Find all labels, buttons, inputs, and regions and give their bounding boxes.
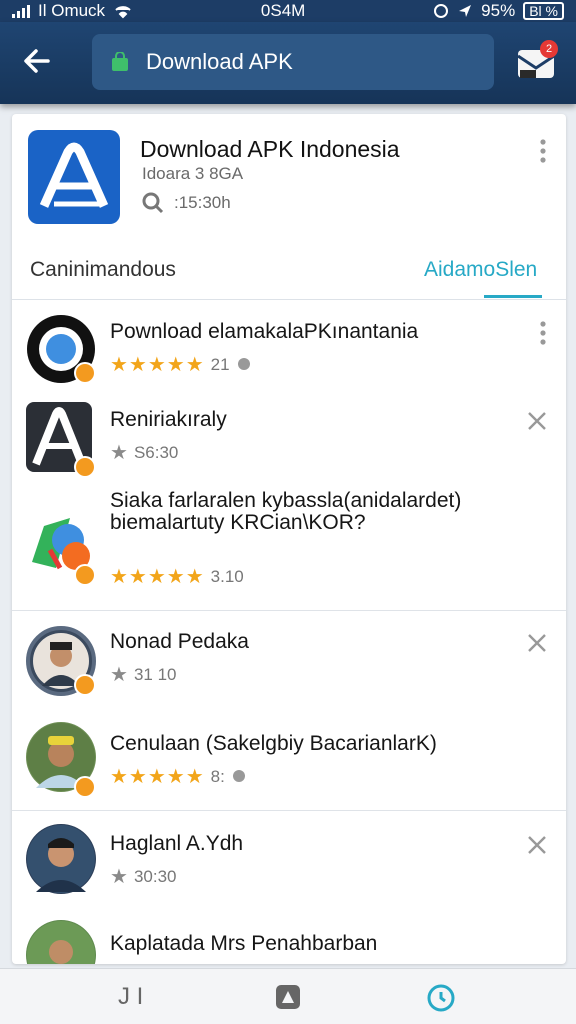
verified-badge-icon <box>74 362 96 384</box>
search-icon <box>237 357 250 370</box>
rating-value: S6:30 <box>133 442 179 462</box>
back-arrow-icon[interactable] <box>20 44 54 78</box>
battery-icon: Bl % <box>523 2 564 20</box>
rating-value: 8: <box>210 766 225 786</box>
item-name: Nonad Pedaka <box>110 630 249 653</box>
search-icon <box>232 769 245 782</box>
app-logo <box>28 130 120 224</box>
app-time: :15:30h <box>174 193 231 212</box>
rating-value: 30:30 <box>133 866 177 886</box>
verified-badge-icon <box>74 564 96 586</box>
alarm-icon <box>434 4 449 18</box>
verified-badge-icon <box>74 674 96 696</box>
list-item[interactable]: Nonad Pedaka ★ 31 10 <box>12 612 566 716</box>
wifi-icon <box>115 6 131 19</box>
item-rating: ★ 30:30 <box>110 864 176 889</box>
close-icon[interactable] <box>526 632 548 654</box>
stars-icon: ★★★★★ <box>110 354 205 376</box>
inbox-badge: 2 <box>540 40 558 58</box>
rating-value: 21 <box>210 354 230 374</box>
divider <box>12 810 566 811</box>
stars-icon: ★★★★★ <box>110 766 205 788</box>
battery-percent: 95% <box>481 1 516 20</box>
verified-badge-icon <box>74 456 96 478</box>
item-rating: ★ S6:30 <box>110 440 178 465</box>
nav-apps-icon[interactable] <box>274 983 302 1011</box>
inbox-button[interactable]: 2 <box>516 40 558 82</box>
item-rating: ★★★★★ 8: <box>110 764 249 789</box>
tab-left[interactable]: Caninimandous <box>30 258 176 282</box>
nav-home[interactable]: J I <box>118 983 143 1011</box>
search-icon <box>142 192 164 214</box>
close-icon[interactable] <box>526 410 548 432</box>
app-list-card: Download APK Indonesia Idoara 3 8GA :15:… <box>12 114 566 964</box>
tab-right[interactable]: AidamoSlen <box>424 258 537 282</box>
list-item[interactable]: Reniriakıraly ★ S6:30 <box>12 400 566 492</box>
shopping-bag-icon <box>112 52 128 71</box>
tab-indicator <box>484 295 542 298</box>
rating-value: 31 10 <box>133 664 177 684</box>
list-item[interactable]: Kaplatada Mrs Penahbarban <box>12 912 566 964</box>
user-avatar <box>26 824 96 894</box>
app-header: Download APK Indonesia Idoara 3 8GA :15:… <box>12 114 566 300</box>
carrier-label: Il Omuck <box>38 1 106 20</box>
star-icon: ★ <box>110 866 128 888</box>
item-rating: ★ 31 10 <box>110 662 176 687</box>
item-name: Haglanl A.Ydh <box>110 832 244 855</box>
status-bar: Il Omuck 0S4M 95% Bl % <box>0 0 576 22</box>
divider <box>12 610 566 611</box>
signal-icon <box>12 4 30 18</box>
item-rating: ★★★★★ 3.10 <box>110 564 244 589</box>
status-time: 0S4M <box>260 1 306 20</box>
close-icon[interactable] <box>526 834 548 856</box>
item-name: Cenulaan (Sakelgbiy BacarianlarK) <box>110 732 437 755</box>
list-item[interactable]: Haglanl A.Ydh ★ 30:30 <box>12 812 566 912</box>
item-name: Kaplatada Mrs Penahbarban <box>110 932 378 955</box>
list-item[interactable]: Siaka farlaralen kybassla(anidalardet) b… <box>12 488 566 610</box>
bottom-nav: J I <box>0 968 576 1024</box>
user-avatar <box>26 920 96 964</box>
app-time-row: :15:30h <box>142 192 231 214</box>
verified-badge-icon <box>74 776 96 798</box>
star-icon: ★ <box>110 442 128 464</box>
more-options-icon[interactable] <box>536 138 550 164</box>
item-name: Pownload elamakalaPKınantania <box>110 320 419 343</box>
list-item[interactable]: Pownload elamakalaPKınantania ★★★★★ 21 <box>12 300 566 400</box>
app-title: Download APK Indonesia <box>140 136 400 162</box>
nav-clock-icon[interactable] <box>426 983 456 1013</box>
item-name: Reniriakıraly <box>110 408 227 431</box>
list-item[interactable]: Cenulaan (Sakelgbiy BacarianlarK) ★★★★★ … <box>12 714 566 810</box>
location-icon <box>459 5 472 17</box>
app-subtitle: Idoara 3 8GA <box>142 164 244 183</box>
more-options-icon[interactable] <box>536 320 550 346</box>
item-name: Siaka farlaralen kybassla(anidalardet) b… <box>110 489 462 534</box>
search-bar[interactable]: Download APK <box>92 34 494 90</box>
app-bar: Download APK 2 <box>0 22 576 104</box>
star-icon: ★ <box>110 664 128 686</box>
stars-icon: ★★★★★ <box>110 566 205 588</box>
search-text: Download APK <box>146 49 293 74</box>
item-rating: ★★★★★ 21 <box>110 352 254 377</box>
rating-value: 3.10 <box>210 566 244 586</box>
